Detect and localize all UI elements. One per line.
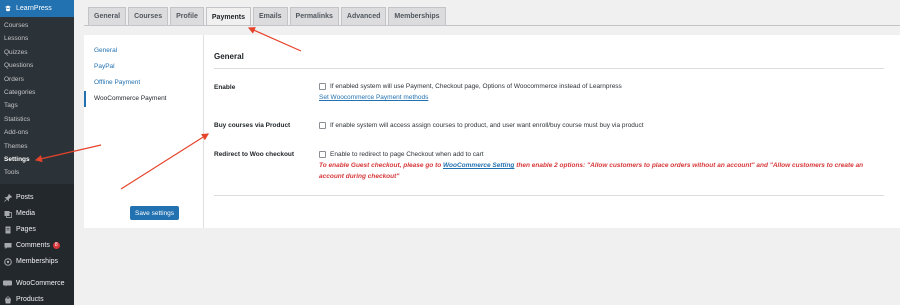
section-divider: [214, 68, 884, 69]
sidebar-item-label: Pages: [16, 226, 36, 234]
save-settings-button[interactable]: Save settings: [130, 206, 179, 220]
sidebar-item-comments[interactable]: Comments 8: [0, 238, 74, 254]
payment-methods-nav: General PayPal Offline Payment WooCommer…: [84, 35, 204, 228]
woo-icon: [3, 279, 12, 288]
submenu-item-tags[interactable]: Tags: [0, 99, 74, 112]
sidebar-item-memberships[interactable]: Memberships: [0, 254, 74, 270]
media-icon: [3, 209, 12, 218]
redirect-label: Redirect to Woo checkout: [214, 151, 295, 158]
nav-item-paypal[interactable]: PayPal: [84, 59, 203, 75]
sidebar-item-label: Products: [16, 296, 44, 304]
submenu-item-statistics[interactable]: Statistics: [0, 113, 74, 126]
sidebar-item-label: WooCommerce: [16, 280, 65, 288]
tab-permalinks[interactable]: Permalinks: [289, 7, 339, 25]
redirect-checkbox[interactable]: [319, 151, 326, 158]
sidebar-item-products[interactable]: Products: [0, 292, 74, 305]
memberships-icon: [3, 257, 12, 266]
tab-memberships[interactable]: Memberships: [388, 7, 446, 25]
products-icon: [3, 295, 12, 304]
learnpress-icon: [4, 5, 12, 13]
buy-courses-label: Buy courses via Product: [214, 122, 291, 129]
tab-advanced[interactable]: Advanced: [340, 7, 387, 25]
submenu-item-courses[interactable]: Courses: [0, 19, 74, 32]
buy-courses-description: If enable system will access assign cour…: [330, 122, 644, 129]
set-payment-methods-link[interactable]: Set Woocommerce Payment methods: [319, 94, 428, 101]
pin-icon: [3, 193, 12, 202]
sidebar-item-label: Media: [16, 210, 36, 218]
submenu-item-categories[interactable]: Categories: [0, 86, 74, 99]
tab-emails[interactable]: Emails: [252, 7, 288, 25]
tabs-divider: [84, 25, 900, 26]
submenu-item-quizzes[interactable]: Quizzes: [0, 46, 74, 59]
nav-item-woocommerce-payment[interactable]: WooCommerce Payment: [84, 91, 203, 107]
comments-icon: [3, 241, 12, 250]
sidebar-item-woocommerce[interactable]: WooCommerce: [0, 276, 74, 292]
sidebar-item-media[interactable]: Media: [0, 206, 74, 222]
guest-checkout-note: To enable Guest checkout, please go to W…: [319, 160, 884, 182]
buy-courses-checkbox[interactable]: [319, 122, 326, 129]
tab-payments[interactable]: Payments: [205, 7, 251, 26]
sidebar-item-label: Posts: [16, 194, 34, 202]
woocommerce-setting-link[interactable]: WooCommerce Setting: [443, 162, 514, 169]
sidebar-item-pages[interactable]: Pages: [0, 222, 74, 238]
submenu-item-settings[interactable]: Settings: [0, 153, 74, 166]
sidebar-item-label: Comments: [16, 242, 50, 250]
tab-courses[interactable]: Courses: [128, 7, 169, 25]
tab-general[interactable]: General: [88, 7, 127, 25]
submenu-item-themes[interactable]: Themes: [0, 140, 74, 153]
section-title: General: [214, 52, 244, 61]
sidebar-brand-learnpress[interactable]: LearnPress: [0, 0, 74, 17]
enable-label: Enable: [214, 84, 236, 91]
note-text-before: To enable Guest checkout, please go to: [319, 162, 444, 169]
nav-item-offline-payment[interactable]: Offline Payment: [84, 75, 203, 91]
sidebar-brand-label: LearnPress: [16, 5, 52, 12]
submenu-item-tools[interactable]: Tools: [0, 166, 74, 179]
submenu-item-lessons[interactable]: Lessons: [0, 32, 74, 45]
settings-content: General Enable If enabled system will us…: [214, 35, 900, 228]
learnpress-submenu: Courses Lessons Quizzes Questions Orders…: [0, 17, 74, 184]
enable-description: If enabled system will use Payment, Chec…: [330, 83, 622, 90]
footer-divider: [214, 195, 884, 196]
sidebar-item-label: Memberships: [16, 258, 59, 266]
settings-tabs: General Courses Profile Payments Emails …: [88, 7, 448, 26]
submenu-item-orders[interactable]: Orders: [0, 73, 74, 86]
tab-profile[interactable]: Profile: [170, 7, 204, 25]
nav-item-general[interactable]: General: [84, 43, 203, 59]
submenu-item-questions[interactable]: Questions: [0, 59, 74, 72]
admin-main-menu: Posts Media Pages Comments 8 Memberships…: [0, 184, 74, 305]
comments-count-badge: 8: [52, 242, 60, 250]
sidebar-item-posts[interactable]: Posts: [0, 190, 74, 206]
submenu-item-addons[interactable]: Add-ons: [0, 126, 74, 139]
settings-panel: General PayPal Offline Payment WooCommer…: [84, 35, 900, 228]
enable-checkbox[interactable]: [319, 83, 326, 90]
admin-sidebar: LearnPress Courses Lessons Quizzes Quest…: [0, 0, 74, 305]
pages-icon: [3, 225, 12, 234]
redirect-description: Enable to redirect to page Checkout when…: [330, 151, 484, 158]
